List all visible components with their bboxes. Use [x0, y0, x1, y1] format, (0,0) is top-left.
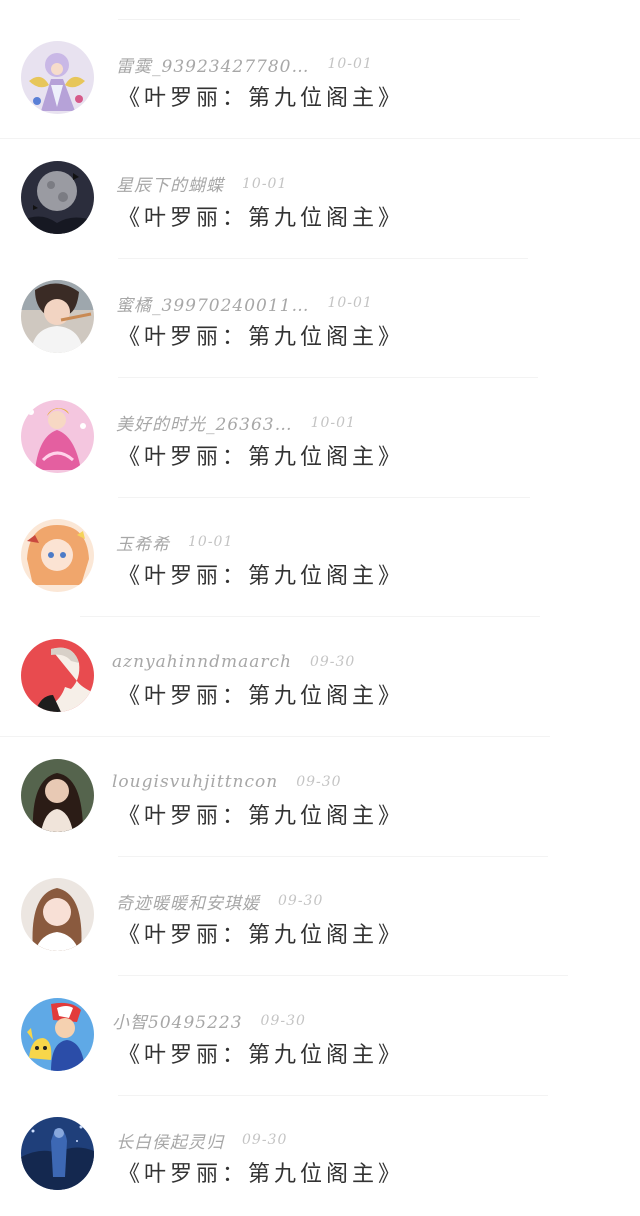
comment-text: 《叶罗丽：第九位阁主》: [118, 205, 405, 231]
comment-text: 《叶罗丽：第九位阁主》: [118, 684, 405, 709]
comment-date: 10-01: [242, 175, 288, 192]
user-avatar[interactable]: [21, 399, 94, 473]
comment-text: 《叶罗丽：第九位阁主》: [118, 86, 405, 111]
username[interactable]: 蜜橘_39970240011…: [116, 291, 309, 316]
comment-row[interactable]: 小智50495223 09-30 《叶罗丽：第九位阁主》: [0, 977, 640, 1097]
comment-text: 《叶罗丽：第九位阁主》: [118, 1042, 405, 1068]
comment-row[interactable]: 星辰下的蝴蝶 10-01 《叶罗丽：第九位阁主》: [0, 140, 640, 260]
comment-text: 《叶罗丽：第九位阁主》: [118, 325, 405, 351]
user-avatar[interactable]: [21, 41, 94, 114]
username[interactable]: 小智50495223: [112, 1008, 243, 1033]
user-avatar[interactable]: [21, 519, 94, 593]
comment-row[interactable]: 蜜橘_39970240011… 10-01 《叶罗丽：第九位阁主》: [0, 259, 640, 379]
comment-date: 10-01: [327, 295, 373, 312]
comment-text: 《叶罗丽：第九位阁主》: [118, 564, 405, 590]
user-avatar[interactable]: [21, 639, 94, 712]
comment-date: 09-30: [242, 1132, 288, 1149]
comment-date: 09-30: [296, 773, 342, 790]
comment-date: 09-30: [309, 654, 356, 670]
comment-row[interactable]: 长白侯起灵归 09-30 《叶罗丽：第九位阁主》: [0, 1096, 640, 1216]
username[interactable]: 奇迹暖暖和安琪媛: [116, 889, 260, 914]
user-avatar[interactable]: [21, 160, 94, 234]
comment-date: 10-01: [327, 56, 373, 72]
user-avatar[interactable]: [21, 280, 94, 354]
user-avatar[interactable]: [21, 878, 94, 952]
comment-text: 《叶罗丽：第九位阁主》: [118, 803, 405, 829]
username[interactable]: 美好的时光_26363…: [116, 410, 293, 435]
comment-row[interactable]: 玉希希 10-01 《叶罗丽：第九位阁主》: [0, 498, 640, 618]
comment-row[interactable]: lougisvuhjittncon 09-30 《叶罗丽：第九位阁主》: [0, 738, 640, 858]
username[interactable]: 长白侯起灵归: [116, 1128, 224, 1153]
comment-date: 10-01: [188, 534, 234, 551]
username[interactable]: 雷霙_93923427780…: [116, 52, 309, 77]
comment-row[interactable]: aznyahinndmaarch 09-30 《叶罗丽：第九位阁主》: [0, 618, 640, 738]
comment-date: 09-30: [278, 893, 324, 910]
username[interactable]: aznyahinndmaarch: [112, 652, 292, 672]
comment-text: 《叶罗丽：第九位阁主》: [118, 444, 405, 470]
username[interactable]: lougisvuhjittncon: [112, 772, 278, 792]
comment-date: 10-01: [310, 414, 356, 431]
comment-row[interactable]: 美好的时光_26363… 10-01 《叶罗丽：第九位阁主》: [0, 379, 640, 499]
comment-row[interactable]: 雷霙_93923427780… 10-01 《叶罗丽：第九位阁主》: [0, 20, 640, 140]
username[interactable]: 玉希希: [116, 530, 170, 555]
comment-text: 《叶罗丽：第九位阁主》: [118, 923, 405, 949]
user-avatar[interactable]: [21, 758, 94, 832]
user-avatar[interactable]: [21, 997, 94, 1071]
comment-text: 《叶罗丽：第九位阁主》: [118, 1162, 405, 1188]
comment-date: 09-30: [260, 1012, 306, 1029]
comment-row[interactable]: 奇迹暖暖和安琪媛 09-30 《叶罗丽：第九位阁主》: [0, 857, 640, 977]
username[interactable]: 星辰下的蝴蝶: [116, 171, 224, 196]
user-avatar[interactable]: [21, 1117, 94, 1191]
